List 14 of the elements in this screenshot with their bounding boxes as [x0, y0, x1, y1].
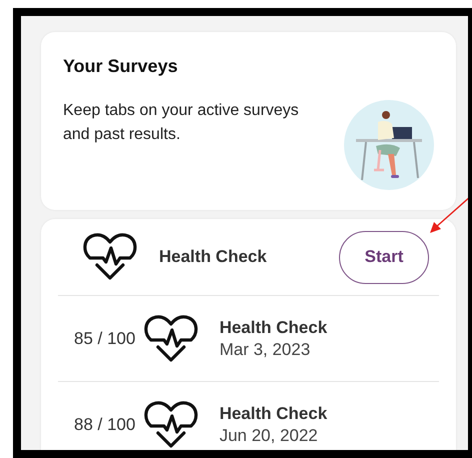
- survey-date: Mar 3, 2023: [219, 340, 312, 360]
- survey-date: Jun 20, 2022: [219, 426, 319, 446]
- survey-name: Health Check: [219, 404, 328, 424]
- heart-pulse-icon: [82, 232, 138, 282]
- survey-name: Health Check: [219, 318, 328, 338]
- heart-pulse-icon: [143, 400, 200, 450]
- survey-score: 85 / 100: [74, 328, 136, 348]
- annotation-arrow: [428, 195, 468, 235]
- intro-description: Keep tabs on your active surveys and past results.: [63, 101, 300, 145]
- page-title: Your Surveys: [63, 56, 179, 77]
- survey-name: Health Check: [159, 247, 268, 267]
- start-button[interactable]: Start: [339, 230, 429, 284]
- heart-pulse-icon: [143, 314, 200, 364]
- survey-score: 88 / 100: [74, 414, 136, 434]
